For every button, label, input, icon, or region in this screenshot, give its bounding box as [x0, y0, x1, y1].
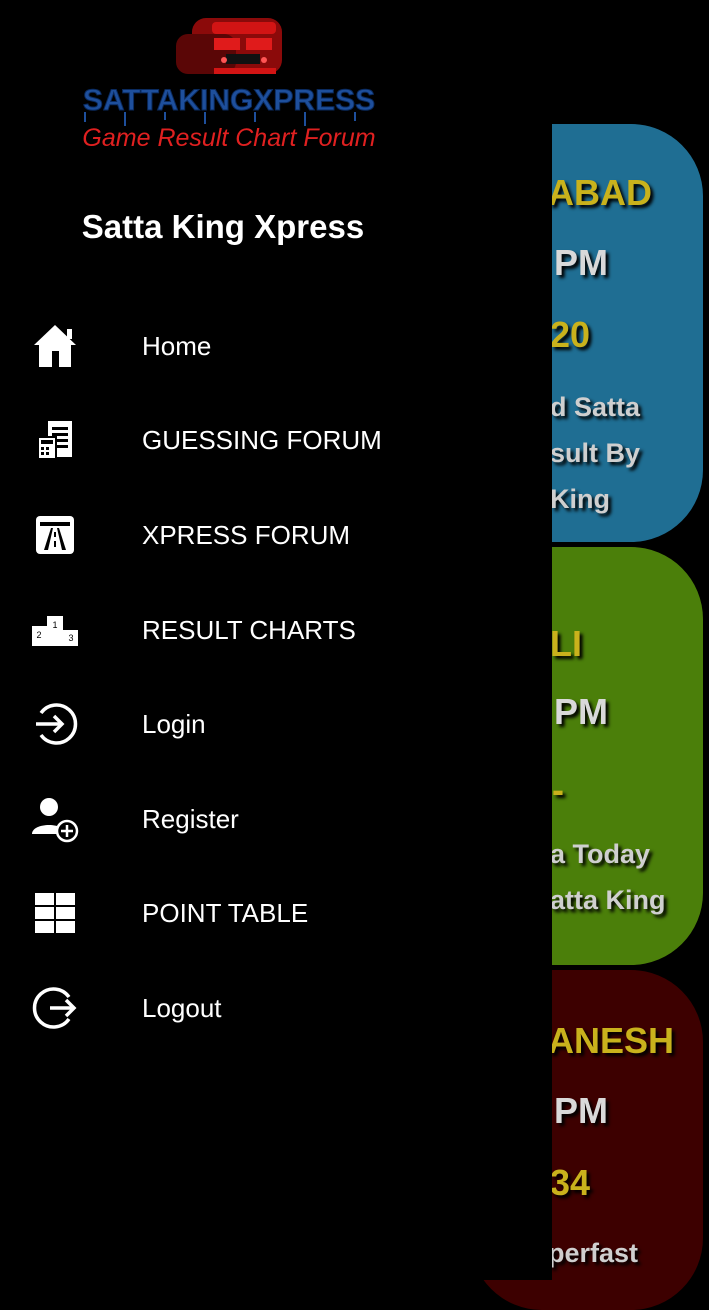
card-desc: perfast: [548, 1238, 639, 1268]
navigation-drawer: SATTAKINGXPRESS Game Result Chart Forum …: [0, 0, 552, 1280]
card-desc: atta King: [550, 885, 666, 915]
menu-label: RESULT CHARTS: [142, 614, 356, 645]
card-time: PM: [554, 691, 608, 732]
menu-label: Logout: [142, 992, 222, 1023]
menu-label: Home: [142, 330, 212, 361]
card-title: ANESH: [548, 1020, 675, 1061]
grid-icon: [30, 888, 80, 938]
podium-icon: 1 2 3: [30, 605, 80, 655]
menu-item-result-charts[interactable]: 1 2 3 RESULT CHARTS: [0, 588, 552, 672]
calculator-document-icon: [30, 415, 80, 465]
card-number: 34: [550, 1162, 591, 1203]
menu-label: Login: [142, 708, 206, 739]
card-title: LI: [550, 623, 582, 664]
card-desc: a Today: [550, 839, 651, 869]
menu-label: Register: [142, 803, 239, 834]
card-desc: d Satta: [550, 392, 641, 422]
home-icon: [30, 321, 80, 371]
menu-item-logout[interactable]: Logout: [0, 966, 552, 1050]
sattakingxpress-logo: SATTAKINGXPRESS Game Result Chart Forum: [82, 18, 376, 152]
svg-text:1: 1: [52, 620, 57, 630]
card-time: PM: [554, 1090, 608, 1131]
card-desc: sult By: [550, 438, 641, 468]
app-title: Satta King Xpress: [81, 208, 365, 245]
add-user-icon: [30, 794, 80, 844]
svg-text:Game Result Chart Forum: Game Result Chart Forum: [82, 124, 375, 152]
svg-text:2: 2: [36, 630, 41, 640]
menu-label: GUESSING FORUM: [142, 424, 382, 455]
card-time: PM: [554, 242, 608, 283]
menu-label: XPRESS FORUM: [142, 519, 351, 550]
menu-item-login[interactable]: Login: [0, 682, 552, 766]
svg-text:3: 3: [68, 633, 73, 643]
highway-icon: [30, 510, 80, 560]
menu-label: POINT TABLE: [142, 897, 309, 928]
login-icon: [30, 699, 80, 749]
menu-item-point-table[interactable]: POINT TABLE: [0, 871, 552, 955]
logout-icon: [30, 983, 80, 1033]
card-number: 20: [550, 314, 591, 355]
card-number: -: [552, 769, 564, 810]
menu-item-guessing-forum[interactable]: GUESSING FORUM: [0, 398, 552, 482]
card-desc: King: [550, 484, 610, 514]
card-title: ABAD: [548, 172, 652, 213]
menu-item-home[interactable]: Home: [0, 304, 552, 388]
menu-item-xpress-forum[interactable]: XPRESS FORUM: [0, 493, 552, 577]
menu-item-register[interactable]: Register: [0, 777, 552, 861]
svg-text:SATTAKINGXPRESS: SATTAKINGXPRESS: [83, 84, 375, 117]
